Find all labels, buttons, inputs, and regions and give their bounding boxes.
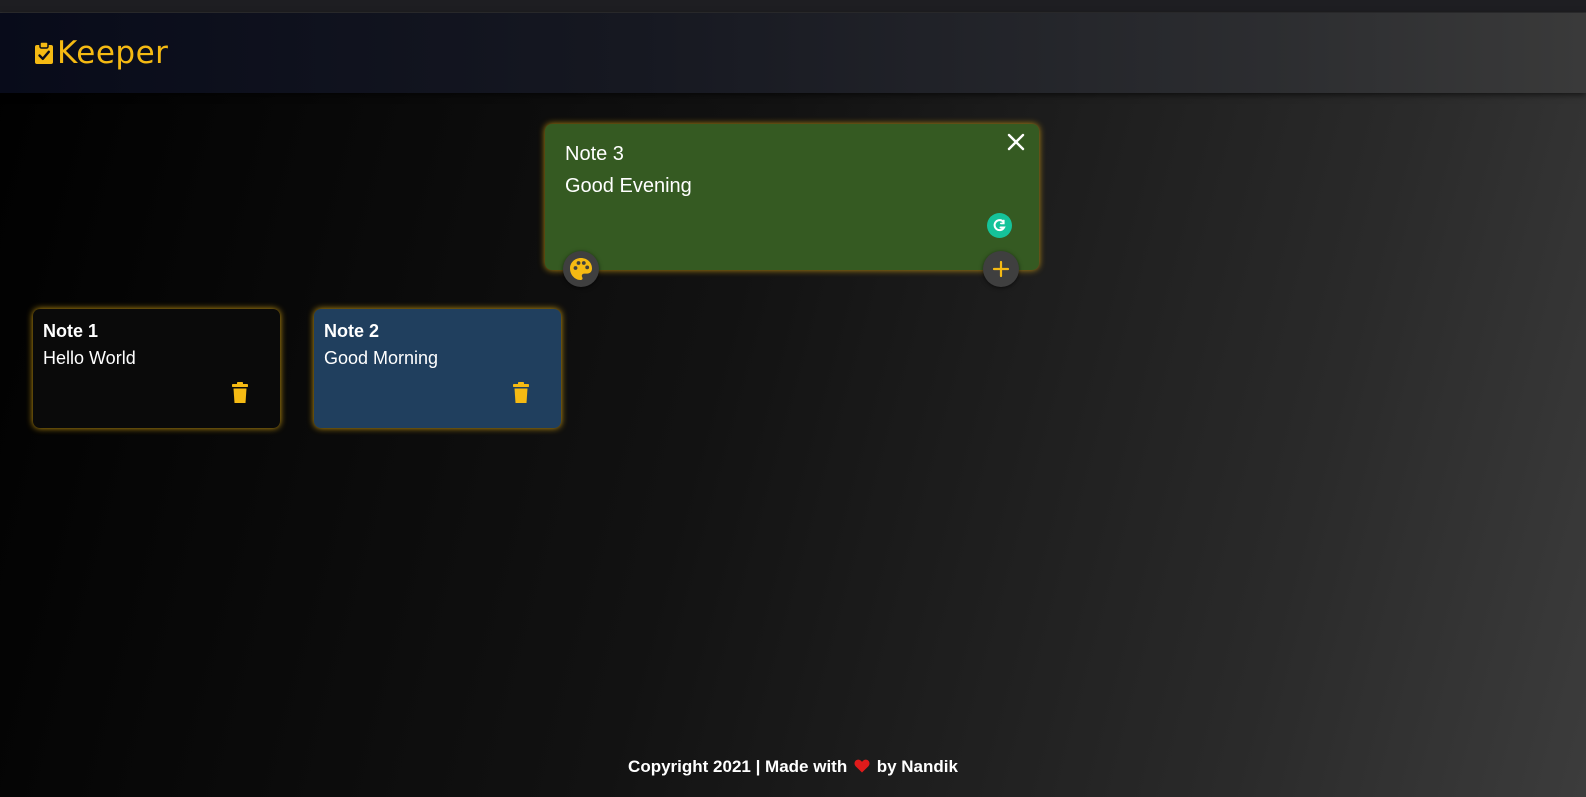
footer: Copyright 2021 | Made with by Nandik [0, 757, 1586, 777]
compose-content-textarea[interactable]: Good Evening [565, 175, 692, 198]
app-header: Keeper [0, 13, 1586, 93]
plus-icon [992, 260, 1010, 278]
grammarly-g-glyph [993, 219, 1006, 232]
color-palette-button[interactable] [563, 251, 599, 287]
browser-top-strip [0, 0, 1586, 13]
note-title: Note 2 [324, 321, 380, 341]
clipboard-check-icon [35, 41, 53, 64]
add-note-button[interactable] [983, 251, 1019, 287]
note-content: Good Morning [324, 348, 439, 368]
footer-copyright-text: Copyright 2021 | Made with [628, 757, 848, 776]
trash-icon[interactable] [512, 382, 530, 404]
app-title: Keeper [57, 35, 169, 71]
compose-title-input[interactable]: Note 3 [565, 143, 624, 166]
trash-icon[interactable] [231, 382, 249, 404]
note-content: Hello World [43, 348, 136, 368]
palette-icon [570, 258, 592, 280]
note-compose-form: Note 3 Good Evening [545, 124, 1039, 287]
footer-author-text: by Nandik [876, 757, 958, 776]
note-title: Note 1 [43, 321, 99, 341]
heart-icon [854, 759, 870, 773]
grammarly-icon[interactable] [987, 213, 1012, 238]
app-logo[interactable]: Keeper [34, 35, 168, 71]
note-card: Note 2 Good Morning [314, 309, 561, 428]
note-card: Note 1 Hello World [33, 309, 280, 428]
close-icon[interactable] [1006, 132, 1026, 152]
